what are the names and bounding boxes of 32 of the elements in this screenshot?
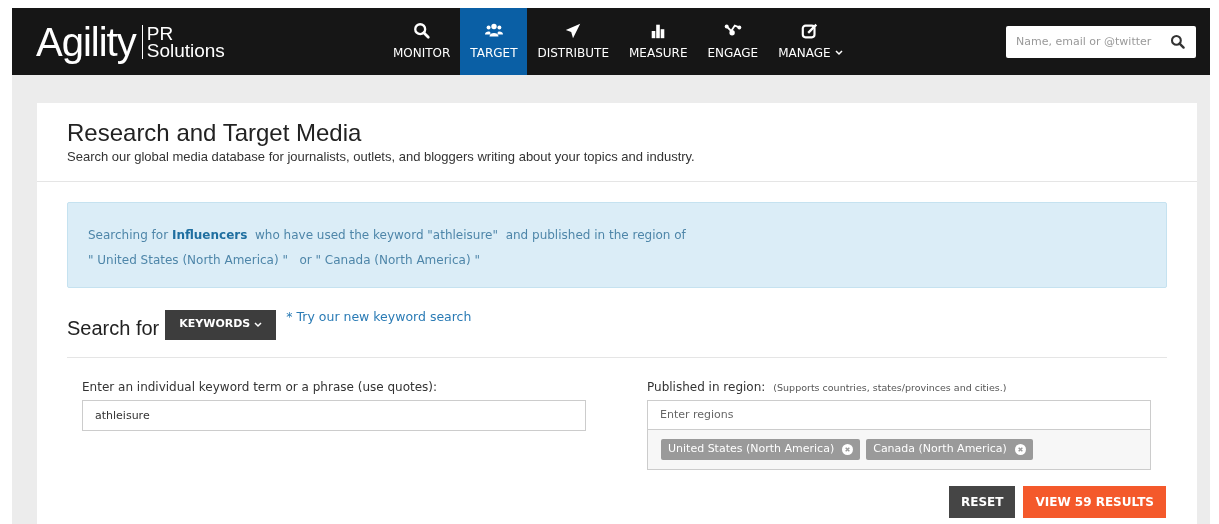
- info-text: Searching for Influencers who have used the keyword "athleisure" and published in the region of: [88, 226, 687, 244]
- edit-icon: [801, 21, 820, 40]
- nav-tab[interactable]: TARGET: [460, 8, 528, 75]
- keywords-dropdown[interactable]: KEYWORDS: [165, 309, 277, 340]
- search-field[interactable]: Name, email or @twitter: [1006, 25, 1196, 58]
- search-icon[interactable]: [1170, 33, 1186, 50]
- nav-tab[interactable]: MEASURE: [619, 8, 698, 75]
- logo-text: Agility: [36, 21, 136, 62]
- logo-text: PR: [146, 24, 175, 42]
- keyword-search-link[interactable]: * Try our new keyword search: [286, 307, 472, 327]
- region-label: Published in region:: [647, 378, 766, 396]
- page-title: Research and Target Media: [67, 119, 363, 147]
- remove-icon[interactable]: [1014, 443, 1026, 455]
- search-for-label: Search for: [67, 315, 160, 341]
- nav-tab[interactable]: ENGAGE: [697, 8, 769, 75]
- region-tag: United States (North America): [661, 438, 861, 460]
- search-icon: [412, 21, 431, 40]
- keyword-label: Enter an individual keyword term or a phrase (use quotes):: [82, 378, 439, 396]
- nav-tab[interactable]: MONITOR: [382, 8, 461, 75]
- nav-tab[interactable]: MANAGE: [768, 8, 853, 75]
- paper-plane-icon: [564, 21, 583, 40]
- info-text: " United States (North America) " or " Canada (North America) ": [88, 251, 481, 269]
- page-subtitle: Search our global media database for journalists, outlets, and bloggers writing about your topics and industry.: [67, 148, 696, 166]
- region-hint: (Supports countries, states/provinces and cities.): [773, 380, 1007, 395]
- caret-icon: [254, 321, 263, 328]
- keyword-field[interactable]: athleisure: [82, 399, 586, 431]
- region-tag: Canada (North America): [866, 438, 1033, 460]
- region-field[interactable]: Enter regions: [647, 399, 1151, 430]
- logo-text: Solutions: [146, 41, 225, 59]
- reset-button[interactable]: RESET: [948, 485, 1016, 518]
- nav-tab[interactable]: DISTRIBUTE: [527, 8, 619, 75]
- remove-icon[interactable]: [842, 443, 854, 455]
